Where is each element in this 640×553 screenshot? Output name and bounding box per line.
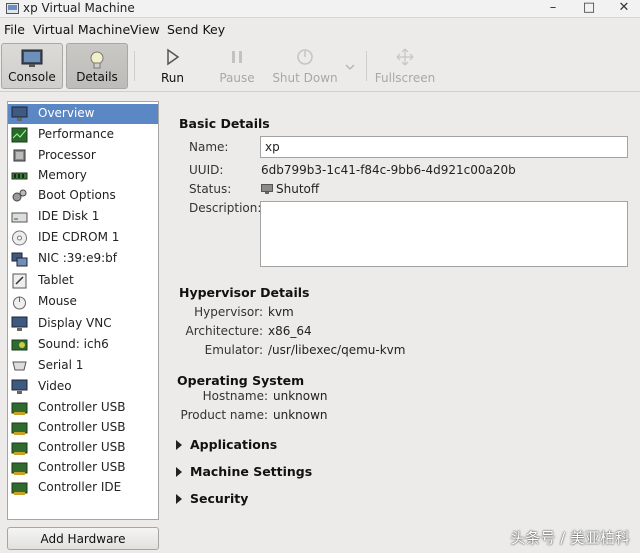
play-icon xyxy=(166,48,179,66)
video-card-icon xyxy=(11,379,28,394)
title-bar: xp Virtual Machine – □ ✕ xyxy=(0,0,640,18)
serial-port-icon xyxy=(12,361,27,371)
product-name-value: unknown xyxy=(273,408,328,422)
controller-card-icon xyxy=(11,402,28,415)
menu-file[interactable]: File xyxy=(4,22,25,37)
hardware-list: Overview Performance Processor Memory Bo… xyxy=(7,101,159,520)
name-label: Name: xyxy=(189,140,229,154)
processor-chip-icon xyxy=(13,149,26,162)
details-button[interactable]: Details xyxy=(66,43,128,89)
hostname-value: unknown xyxy=(273,389,328,403)
hypervisor-label: Hypervisor: xyxy=(194,305,263,319)
controller-card-icon xyxy=(11,462,28,475)
sidebar-item-tablet[interactable]: Tablet xyxy=(8,271,158,291)
sidebar-item-serial-1[interactable]: Serial 1 xyxy=(8,356,158,376)
status-label: Status: xyxy=(189,182,232,196)
pause-button[interactable]: Pause xyxy=(213,43,261,89)
status-value: Shutoff xyxy=(276,182,320,196)
architecture-value: x86_64 xyxy=(268,324,312,338)
sidebar-item-boot-options[interactable]: Boot Options xyxy=(8,186,158,206)
fullscreen-button[interactable]: Fullscreen xyxy=(374,43,436,89)
expander-arrow-icon xyxy=(176,440,182,450)
sidebar-item-display-vnc[interactable]: Display VNC xyxy=(8,314,158,334)
sidebar-item-ide-cdrom-1[interactable]: IDE CDROM 1 xyxy=(8,228,158,248)
mouse-icon xyxy=(13,296,26,310)
close-icon[interactable]: ✕ xyxy=(613,0,635,17)
sidebar-item-sound[interactable]: Sound: ich6 xyxy=(8,335,158,355)
pause-icon xyxy=(232,51,242,63)
sound-card-icon xyxy=(11,339,28,351)
tablet-icon xyxy=(12,273,27,289)
menu-virtual-machine[interactable]: Virtual Machine xyxy=(33,22,130,37)
sidebar-item-controller-usb[interactable]: Controller USB xyxy=(8,398,158,418)
description-field[interactable] xyxy=(260,201,628,267)
power-icon xyxy=(297,49,313,65)
memory-module-icon xyxy=(11,172,28,180)
sidebar-item-performance[interactable]: Performance xyxy=(8,125,158,145)
sidebar-item-nic[interactable]: NIC :39:e9:bf xyxy=(8,249,158,269)
sidebar-item-overview[interactable]: Overview xyxy=(8,104,158,124)
vm-window-icon xyxy=(6,3,19,14)
shutdown-button[interactable]: Shut Down xyxy=(272,43,338,89)
watermark: 头条号 / 美亚柏科 xyxy=(510,529,630,547)
toolbar: Console Details Run Pause Shut Down Full… xyxy=(0,41,640,92)
details-panel: Basic Details Name: xp UUID: 6db799b3-1c… xyxy=(165,92,640,553)
uuid-label: UUID: xyxy=(189,163,224,177)
basic-details-heading: Basic Details xyxy=(179,116,270,131)
fullscreen-arrows-icon xyxy=(396,48,414,66)
sidebar-item-ide-disk-1[interactable]: IDE Disk 1 xyxy=(8,207,158,227)
menu-view[interactable]: View xyxy=(130,22,160,37)
sidebar-item-controller-ide[interactable]: Controller IDE xyxy=(8,478,158,498)
name-field[interactable]: xp xyxy=(260,136,628,158)
controller-card-icon xyxy=(11,482,28,495)
console-button[interactable]: Console xyxy=(1,43,63,89)
shutoff-status-icon xyxy=(261,184,273,194)
hypervisor-value: kvm xyxy=(268,305,294,319)
console-monitor-icon xyxy=(21,49,43,67)
toolbar-separator xyxy=(134,51,135,81)
maximize-icon[interactable]: □ xyxy=(578,0,600,17)
operating-system-heading: Operating System xyxy=(177,373,305,388)
emulator-label: Emulator: xyxy=(204,343,263,357)
sidebar-item-memory[interactable]: Memory xyxy=(8,166,158,186)
menu-bar: File Virtual Machine View Send Key xyxy=(0,19,640,41)
description-label: Description: xyxy=(189,201,262,215)
sidebar-item-video[interactable]: Video xyxy=(8,377,158,397)
controller-card-icon xyxy=(11,422,28,435)
machine-settings-expander[interactable]: Machine Settings xyxy=(176,464,312,479)
security-expander[interactable]: Security xyxy=(176,491,248,506)
sidebar-item-processor[interactable]: Processor xyxy=(8,146,158,166)
uuid-value: 6db799b3-1c41-f84c-9bb6-4d921c00a20b xyxy=(261,163,516,177)
lightbulb-icon xyxy=(90,51,104,69)
applications-expander[interactable]: Applications xyxy=(176,437,277,452)
add-hardware-button[interactable]: Add Hardware xyxy=(7,527,159,550)
sidebar-item-controller-usb[interactable]: Controller USB xyxy=(8,458,158,478)
network-card-icon xyxy=(11,252,28,267)
sidebar-item-controller-usb[interactable]: Controller USB xyxy=(8,438,158,458)
toolbar-separator xyxy=(366,51,367,81)
shutdown-menu-arrow[interactable] xyxy=(342,43,358,89)
chevron-down-icon xyxy=(345,64,355,70)
run-button[interactable]: Run xyxy=(150,43,195,89)
monitor-icon xyxy=(11,106,28,121)
emulator-value: /usr/libexec/qemu-kvm xyxy=(268,343,406,357)
controller-card-icon xyxy=(11,442,28,455)
menu-send-key[interactable]: Send Key xyxy=(167,22,225,37)
cdrom-icon xyxy=(12,230,27,246)
expander-arrow-icon xyxy=(176,494,182,504)
disk-drive-icon xyxy=(11,212,28,223)
product-name-label: Product name: xyxy=(180,408,268,422)
minimize-icon[interactable]: – xyxy=(542,0,564,17)
hypervisor-details-heading: Hypervisor Details xyxy=(179,285,310,300)
window-title: xp Virtual Machine xyxy=(23,1,135,15)
sidebar-item-controller-usb[interactable]: Controller USB xyxy=(8,418,158,438)
expander-arrow-icon xyxy=(176,467,182,477)
hostname-label: Hostname: xyxy=(202,389,268,403)
display-icon xyxy=(11,316,28,331)
performance-graph-icon xyxy=(11,127,28,143)
boot-gears-icon xyxy=(12,189,27,202)
sidebar-item-mouse[interactable]: Mouse xyxy=(8,292,158,312)
architecture-label: Architecture: xyxy=(185,324,263,338)
